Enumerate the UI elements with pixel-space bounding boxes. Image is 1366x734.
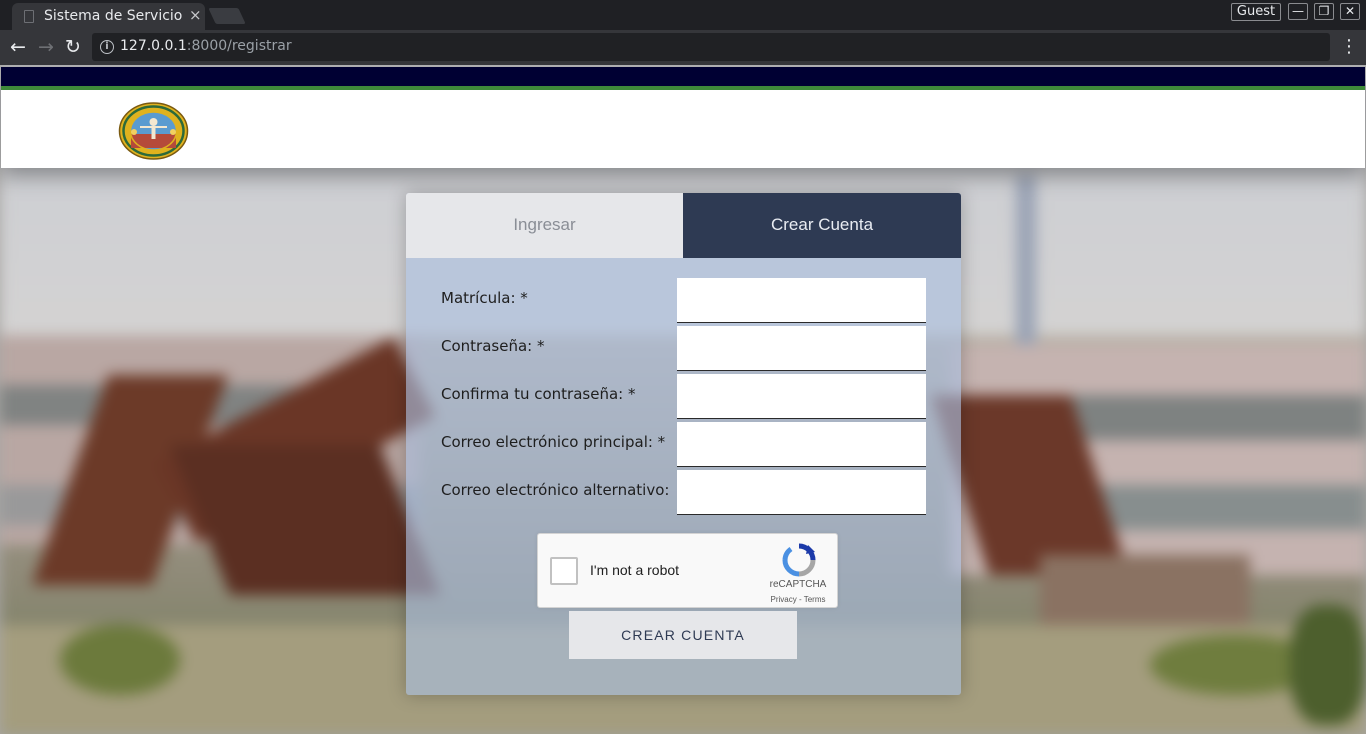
crear-cuenta-button[interactable]: CREAR CUENTA (569, 611, 797, 659)
header-green-stripe (1, 86, 1365, 90)
browser-menu-icon[interactable]: ⋮ (1340, 36, 1358, 58)
tab-crear-cuenta[interactable]: Crear Cuenta (683, 193, 961, 258)
primary-email-label: Correo electrónico principal: * (441, 433, 666, 451)
site-header (1, 67, 1365, 168)
new-tab-button[interactable] (208, 8, 246, 24)
page-icon (24, 10, 34, 23)
header-navy-bar (1, 67, 1365, 86)
page-viewport: Ingresar Crear Cuenta Matrícula: * Contr… (0, 65, 1366, 734)
url-host: 127.0.0.1 (120, 38, 187, 54)
matricula-label: Matrícula: * (441, 289, 528, 307)
minimize-button[interactable]: — (1288, 3, 1308, 20)
restore-button[interactable]: ❐ (1314, 3, 1334, 20)
confirm-password-label: Confirma tu contraseña: * (441, 385, 636, 403)
tab-title: Sistema de Servicio (44, 8, 183, 24)
tab-close-icon[interactable]: × (189, 6, 202, 24)
recaptcha-brand: reCAPTCHA (769, 579, 827, 590)
auth-card: Ingresar Crear Cuenta Matrícula: * Contr… (406, 193, 961, 695)
recaptcha-checkbox[interactable] (550, 557, 578, 585)
password-input[interactable] (677, 326, 926, 371)
forward-button[interactable]: → (35, 36, 57, 58)
alternate-email-input[interactable] (677, 470, 926, 515)
back-button[interactable]: ← (7, 36, 29, 58)
url-text[interactable]: 127.0.0.1:8000/registrar (120, 38, 292, 54)
password-label: Contraseña: * (441, 337, 545, 355)
recaptcha-label: I'm not a robot (590, 562, 680, 578)
address-bar[interactable]: i 127.0.0.1:8000/registrar (92, 33, 1330, 61)
recaptcha-widget: I'm not a robot reCAPTCHA Privacy - Term… (537, 533, 838, 608)
confirm-password-input[interactable] (677, 374, 926, 419)
alternate-email-label: Correo electrónico alternativo: (441, 481, 670, 499)
browser-toolbar: ← → ↻ i 127.0.0.1:8000/registrar ⋮ (0, 30, 1366, 65)
url-path: :8000/registrar (186, 38, 292, 54)
university-seal-logo[interactable] (118, 102, 189, 160)
recaptcha-logo-icon (782, 543, 816, 577)
close-window-button[interactable]: ✕ (1340, 3, 1360, 20)
browser-tab[interactable]: Sistema de Servicio × (12, 3, 205, 30)
browser-titlebar: Sistema de Servicio × Guest — ❐ ✕ (0, 0, 1366, 30)
reload-button[interactable]: ↻ (62, 36, 84, 58)
primary-email-input[interactable] (677, 422, 926, 467)
info-icon[interactable]: i (100, 40, 114, 54)
tab-ingresar[interactable]: Ingresar (406, 193, 683, 258)
matricula-input[interactable] (677, 278, 926, 323)
guest-profile-button[interactable]: Guest (1231, 3, 1281, 21)
recaptcha-privacy-terms-links[interactable]: Privacy - Terms (756, 595, 840, 604)
